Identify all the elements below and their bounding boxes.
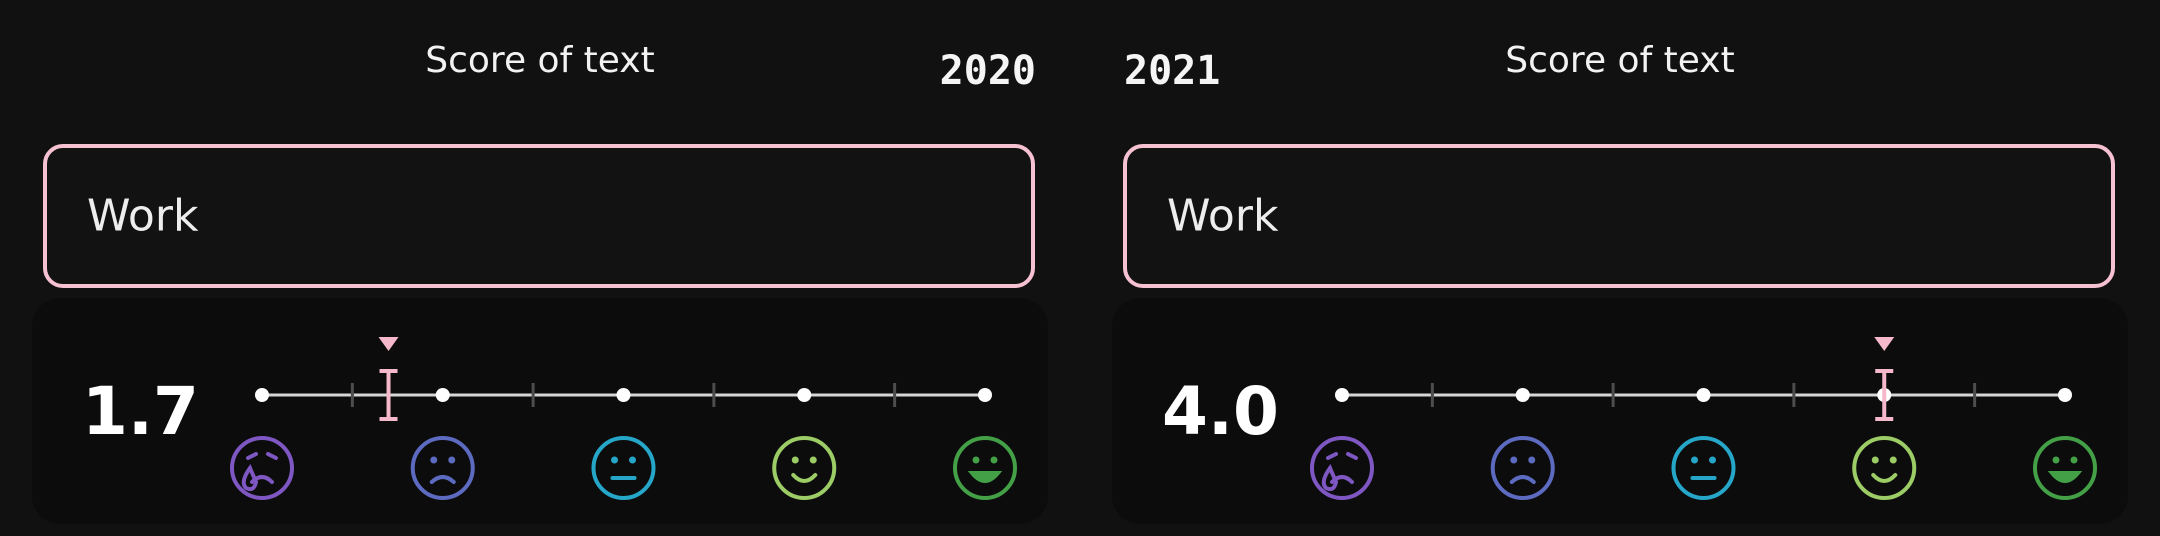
slider-step-dot <box>1515 388 1530 402</box>
face-eyes <box>1326 452 1358 460</box>
very-sad-face-icon <box>1310 436 1374 500</box>
face-eye-right <box>809 456 817 464</box>
face-outline <box>1490 436 1555 500</box>
face-outline <box>1671 436 1736 500</box>
year-label: 2021 <box>1124 48 1221 94</box>
slider-step-dot <box>616 388 631 402</box>
slider-step-dot <box>978 388 992 402</box>
slider-step-dot <box>1335 388 1349 402</box>
face-eye-left <box>430 456 438 464</box>
score-slider-card: 1.7 <box>32 298 1048 524</box>
thumb-indicator-icon <box>378 337 399 351</box>
slider-step-dot <box>255 388 269 402</box>
face-outline <box>591 436 656 500</box>
face-tear <box>241 463 259 492</box>
score-panel-2020: Score of text 2020 Work 1.7 <box>0 0 1080 536</box>
face-eye-left <box>1691 456 1698 464</box>
very-happy-face-icon <box>953 436 1017 500</box>
face-mouth <box>2047 471 2083 483</box>
face-outline <box>1852 436 1917 500</box>
face-eye-left <box>972 456 980 464</box>
year-label: 2020 <box>939 48 1036 94</box>
face-mouth <box>1871 473 1898 483</box>
score-title: Score of text <box>1505 40 1735 81</box>
sad-face-icon <box>410 436 475 500</box>
face-mouth <box>967 471 1003 483</box>
face-eye-right <box>448 456 456 464</box>
face-eye-right <box>1889 456 1897 464</box>
happy-face-icon <box>772 436 837 500</box>
face-eye-right <box>1528 456 1536 464</box>
text-input-field[interactable]: Work <box>1123 144 2115 288</box>
score-slider[interactable] <box>1112 298 2128 524</box>
slider-thumb[interactable] <box>1874 337 1895 421</box>
text-input-value: Work <box>1167 190 1279 242</box>
face-eye-right <box>2070 456 2078 464</box>
very-sad-face-icon <box>230 436 294 500</box>
slider-step-dot <box>2058 388 2072 402</box>
face-eye-left <box>611 456 618 464</box>
very-happy-face-icon <box>2033 436 2097 500</box>
face-mouth <box>429 475 456 484</box>
score-title: Score of text <box>425 40 655 81</box>
face-outline <box>410 436 475 500</box>
face-eye-right <box>1709 456 1716 464</box>
face-outline <box>2033 436 2097 500</box>
face-eye-left <box>2052 456 2060 464</box>
face-mouth <box>1509 475 1536 484</box>
thumb-indicator-icon <box>1874 337 1895 351</box>
happy-face-icon <box>1852 436 1917 500</box>
text-input-value: Work <box>87 190 199 242</box>
slider-step-dot <box>435 388 450 402</box>
face-outline <box>1310 436 1374 500</box>
face-tear <box>1321 463 1339 492</box>
score-slider-card: 4.0 <box>1112 298 2128 524</box>
neutral-face-icon <box>591 436 656 500</box>
face-eye-left <box>791 456 799 464</box>
sad-face-icon <box>1490 436 1555 500</box>
text-input-field[interactable]: Work <box>43 144 1035 288</box>
face-eye-right <box>990 456 998 464</box>
face-eye-left <box>1871 456 1879 464</box>
face-eyes <box>246 452 278 460</box>
face-outline <box>230 436 294 500</box>
face-outline <box>772 436 837 500</box>
face-eye-right <box>629 456 636 464</box>
slider-step-dot <box>797 388 812 402</box>
neutral-face-icon <box>1671 436 1736 500</box>
score-slider[interactable] <box>32 298 1048 524</box>
score-panel-2021: Score of text 2021 Work 4.0 <box>1080 0 2160 536</box>
face-mouth <box>791 473 818 483</box>
face-outline <box>953 436 1017 500</box>
face-eye-left <box>1510 456 1518 464</box>
slider-step-dot <box>1696 388 1711 402</box>
slider-thumb[interactable] <box>378 337 399 421</box>
